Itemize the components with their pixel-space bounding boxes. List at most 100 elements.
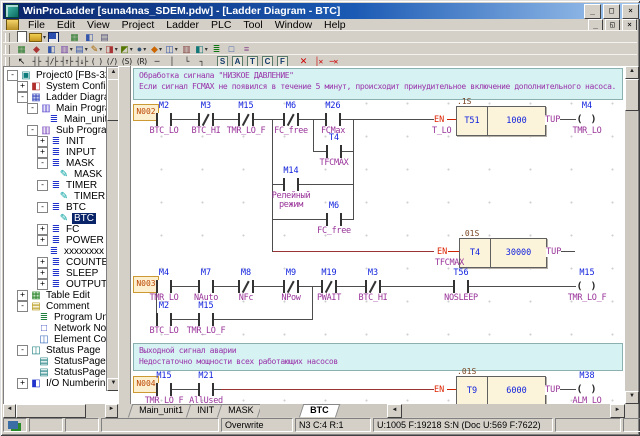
- dropdown-caret-icon[interactable]: ▾: [99, 46, 102, 53]
- tree-item-statuspage0[interactable]: ▤StatusPage0: [4, 356, 119, 367]
- contact-T4-no[interactable]: [326, 145, 342, 158]
- tree-label[interactable]: StatusPage1: [52, 367, 113, 378]
- contact-M9-nc[interactable]: [283, 280, 299, 293]
- contact-M8-nc[interactable]: [238, 280, 254, 293]
- contact-T56-no[interactable]: [453, 280, 469, 293]
- tree-label[interactable]: BTC: [64, 202, 88, 213]
- collapse-icon[interactable]: -: [37, 202, 48, 213]
- tree-item-mask[interactable]: -≣MASK: [4, 158, 119, 169]
- tree-item-statuspage1[interactable]: ▤StatusPage1: [4, 367, 119, 378]
- contact-M3-nc[interactable]: [198, 113, 214, 126]
- close-button[interactable]: ×: [622, 4, 639, 19]
- tree-horizontal-scrollbar[interactable]: ◄ ►: [3, 404, 118, 417]
- contact-M21-no[interactable]: [198, 383, 214, 396]
- toolbar-grip[interactable]: [5, 57, 10, 66]
- tree-item-power[interactable]: +≣POWER: [4, 235, 119, 246]
- expand-icon[interactable]: +: [37, 147, 48, 158]
- tree-label[interactable]: INPUT: [64, 147, 98, 158]
- tree-item-comment[interactable]: -▤Comment: [4, 301, 119, 312]
- tab-scroll-right-button[interactable]: ►: [610, 404, 625, 418]
- tree-label[interactable]: Network No.: [52, 323, 111, 334]
- tree-label[interactable]: INIT: [64, 136, 87, 147]
- tree-item-system-configuration[interactable]: +◧System Configuration: [4, 81, 119, 92]
- expand-icon[interactable]: +: [17, 378, 28, 389]
- contact-M3-nc[interactable]: [365, 280, 381, 293]
- expand-icon[interactable]: +: [17, 290, 28, 301]
- tree-item-fc[interactable]: +≣FC: [4, 224, 119, 235]
- tree-hscroll-left-button[interactable]: ◄: [3, 404, 16, 418]
- tree-item-i-o-numbering[interactable]: +◧I/O Numbering: [4, 378, 119, 389]
- tree-label[interactable]: Status Page: [44, 345, 102, 356]
- collapse-icon[interactable]: -: [37, 180, 48, 191]
- dropdown-caret-icon[interactable]: ▾: [175, 46, 178, 53]
- tree-label[interactable]: Table Edit: [44, 290, 92, 301]
- collapse-icon[interactable]: -: [27, 103, 38, 114]
- tree-item-input[interactable]: +≣INPUT: [4, 147, 119, 158]
- contact-M7-no[interactable]: [198, 280, 214, 293]
- collapse-icon[interactable]: -: [17, 345, 28, 356]
- tree-label[interactable]: FC: [64, 224, 81, 235]
- tree-item-element-comment[interactable]: ◫Element Comment: [4, 334, 119, 345]
- tree-label[interactable]: MASK: [72, 169, 104, 180]
- contact-M6-no[interactable]: [326, 213, 342, 226]
- tree-item-sleep[interactable]: +≣SLEEP: [4, 268, 119, 279]
- dropdown-caret-icon[interactable]: ▾: [130, 46, 133, 53]
- expand-icon[interactable]: +: [37, 224, 48, 235]
- contact-M15-nc[interactable]: [238, 113, 254, 126]
- tree-item-table-edit[interactable]: +▦Table Edit: [4, 290, 119, 301]
- tree-label[interactable]: OUTPUT: [64, 279, 109, 290]
- tree-item-btc[interactable]: ✎BTC: [4, 213, 119, 224]
- minimize-button[interactable]: _: [584, 4, 601, 19]
- expand-icon[interactable]: +: [37, 257, 48, 268]
- tree-item-timer[interactable]: ✎TIMER: [4, 191, 119, 202]
- coil-M38[interactable]: ( ): [576, 383, 598, 397]
- collapse-icon[interactable]: -: [17, 92, 28, 103]
- timer-T9[interactable]: T96000: [456, 376, 546, 404]
- contact-M6-nc[interactable]: [283, 113, 299, 126]
- collapse-icon[interactable]: -: [37, 158, 48, 169]
- contact-M15-no[interactable]: [198, 313, 214, 326]
- tree-item-project0-fbs-32mc-[interactable]: -▣Project0 [FBs-32MC]: [4, 70, 119, 81]
- contact-M2-no[interactable]: [156, 313, 172, 326]
- dropdown-caret-icon[interactable]: ▾: [85, 46, 88, 53]
- tree-hscroll-right-button[interactable]: ►: [105, 404, 118, 418]
- contact-M2-no[interactable]: [156, 113, 172, 126]
- tree-item-output[interactable]: +≣OUTPUT: [4, 279, 119, 290]
- tree-label[interactable]: StatusPage0: [52, 356, 113, 367]
- tree-item-ladder-diagram[interactable]: -▦Ladder Diagram: [4, 92, 119, 103]
- ladder-vertical-scrollbar[interactable]: ▲ ▼: [625, 66, 637, 404]
- expand-icon[interactable]: +: [37, 279, 48, 290]
- collapse-icon[interactable]: -: [27, 125, 38, 136]
- tree-label[interactable]: POWER: [64, 235, 106, 246]
- coil-M4[interactable]: ( ): [576, 113, 598, 127]
- tree-item-network-no-[interactable]: □Network No.: [4, 323, 119, 334]
- contact-M15-no[interactable]: [156, 383, 172, 396]
- tree-label[interactable]: Comment: [44, 301, 91, 312]
- tree-item-init[interactable]: +≣INIT: [4, 136, 119, 147]
- contact-M4-no[interactable]: [156, 280, 172, 293]
- dropdown-caret-icon[interactable]: ▾: [205, 46, 208, 53]
- dropdown-caret-icon[interactable]: ▾: [143, 46, 146, 53]
- tree-vertical-scrollbar[interactable]: ▲ ▼: [106, 67, 118, 391]
- expand-icon[interactable]: +: [37, 268, 48, 279]
- tree-item-main-program[interactable]: -▥Main Program: [4, 103, 119, 114]
- coil-M15[interactable]: ( ): [576, 280, 598, 294]
- expand-icon[interactable]: +: [17, 81, 28, 92]
- dropdown-caret-icon[interactable]: ▾: [115, 46, 118, 53]
- ladder-scroll-down-button[interactable]: ▼: [625, 391, 639, 404]
- tree-label[interactable]: TIMER: [64, 180, 99, 191]
- tree-item-mask[interactable]: ✎MASK: [4, 169, 119, 180]
- tree-item-status-page[interactable]: -◫Status Page: [4, 345, 119, 356]
- tree-item-timer[interactable]: -≣TIMER: [4, 180, 119, 191]
- tab-main_unit1[interactable]: Main_unit1: [128, 404, 195, 418]
- tree-label[interactable]: I/O Numbering: [44, 378, 113, 389]
- tree-label[interactable]: BTC: [72, 213, 96, 224]
- collapse-icon[interactable]: -: [17, 301, 28, 312]
- tree-label[interactable]: SLEEP: [64, 268, 100, 279]
- dropdown-caret-icon[interactable]: ▾: [70, 46, 73, 53]
- contact-M26-no[interactable]: [325, 113, 341, 126]
- tree-item-main-unit1[interactable]: ≣Main_unit1: [4, 114, 119, 125]
- toolbar-grip[interactable]: [5, 33, 10, 42]
- tree-item-counters[interactable]: +≣COUNTERS: [4, 257, 119, 268]
- dropdown-caret-icon[interactable]: ▾: [159, 46, 162, 53]
